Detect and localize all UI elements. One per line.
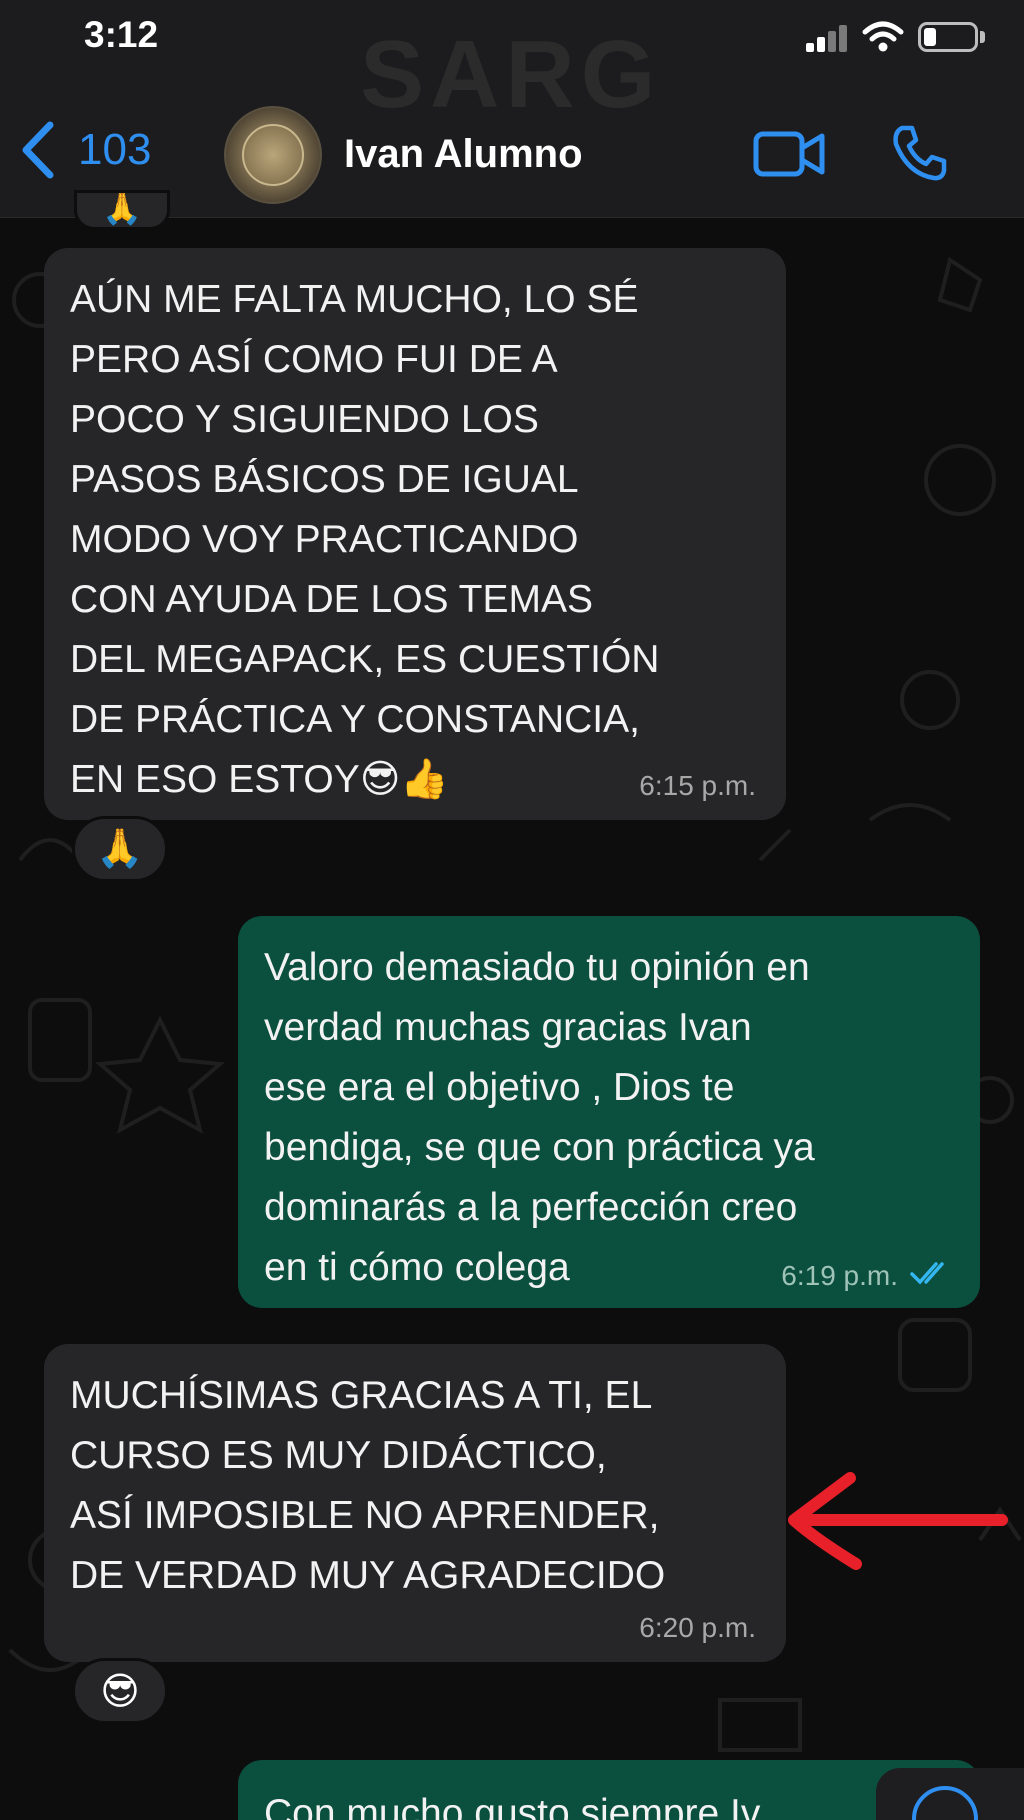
- annotation-arrow-icon: [788, 1472, 1008, 1570]
- battery-cap: [980, 31, 985, 43]
- message-time: 6:15 p.m.: [639, 770, 756, 801]
- avatar-emblem: [242, 124, 304, 186]
- message-reaction[interactable]: 😎: [72, 1658, 168, 1724]
- chat-header: 3:12 SARG 103 Ivan Alumno: [0, 0, 1024, 218]
- phone-call-icon[interactable]: [888, 122, 950, 184]
- message-text: Valoro demasiado tu opinión en verdad mu…: [264, 946, 815, 1289]
- message-time: 6:19 p.m.: [781, 1260, 898, 1291]
- message-reaction[interactable]: 🙏: [72, 816, 168, 882]
- message-text: Con mucho gusto siempre Iv: [264, 1792, 761, 1820]
- read-receipt-icon: [910, 1262, 944, 1285]
- status-bar: 3:12 SARG: [0, 0, 1024, 128]
- wifi-icon: [862, 21, 904, 52]
- message-incoming[interactable]: MUCHÍSIMAS GRACIAS A TI, EL CURSO ES MUY…: [44, 1344, 786, 1662]
- battery-icon: [918, 22, 978, 52]
- video-call-icon[interactable]: [752, 126, 828, 182]
- message-text: MUCHÍSIMAS GRACIAS A TI, EL CURSO ES MUY…: [70, 1374, 666, 1597]
- back-button[interactable]: 103: [18, 118, 151, 182]
- contact-name[interactable]: Ivan Alumno: [344, 132, 583, 177]
- message-outgoing[interactable]: Con mucho gusto siempre Iv: [238, 1760, 980, 1820]
- chevron-left-icon: [22, 121, 54, 179]
- message-incoming[interactable]: AÚN ME FALTA MUCHO, LO SÉ PERO ASÍ COMO …: [44, 248, 786, 820]
- status-time: 3:12: [84, 14, 159, 55]
- contact-avatar[interactable]: [224, 106, 322, 204]
- reaction-badge[interactable]: 🙏: [74, 190, 170, 230]
- unread-count: 103: [78, 125, 152, 174]
- message-text: AÚN ME FALTA MUCHO, LO SÉ PERO ASÍ COMO …: [70, 278, 660, 801]
- cellular-signal-icon: [806, 24, 852, 52]
- message-outgoing[interactable]: Valoro demasiado tu opinión en verdad mu…: [238, 916, 980, 1308]
- message-time: 6:20 p.m.: [639, 1612, 756, 1643]
